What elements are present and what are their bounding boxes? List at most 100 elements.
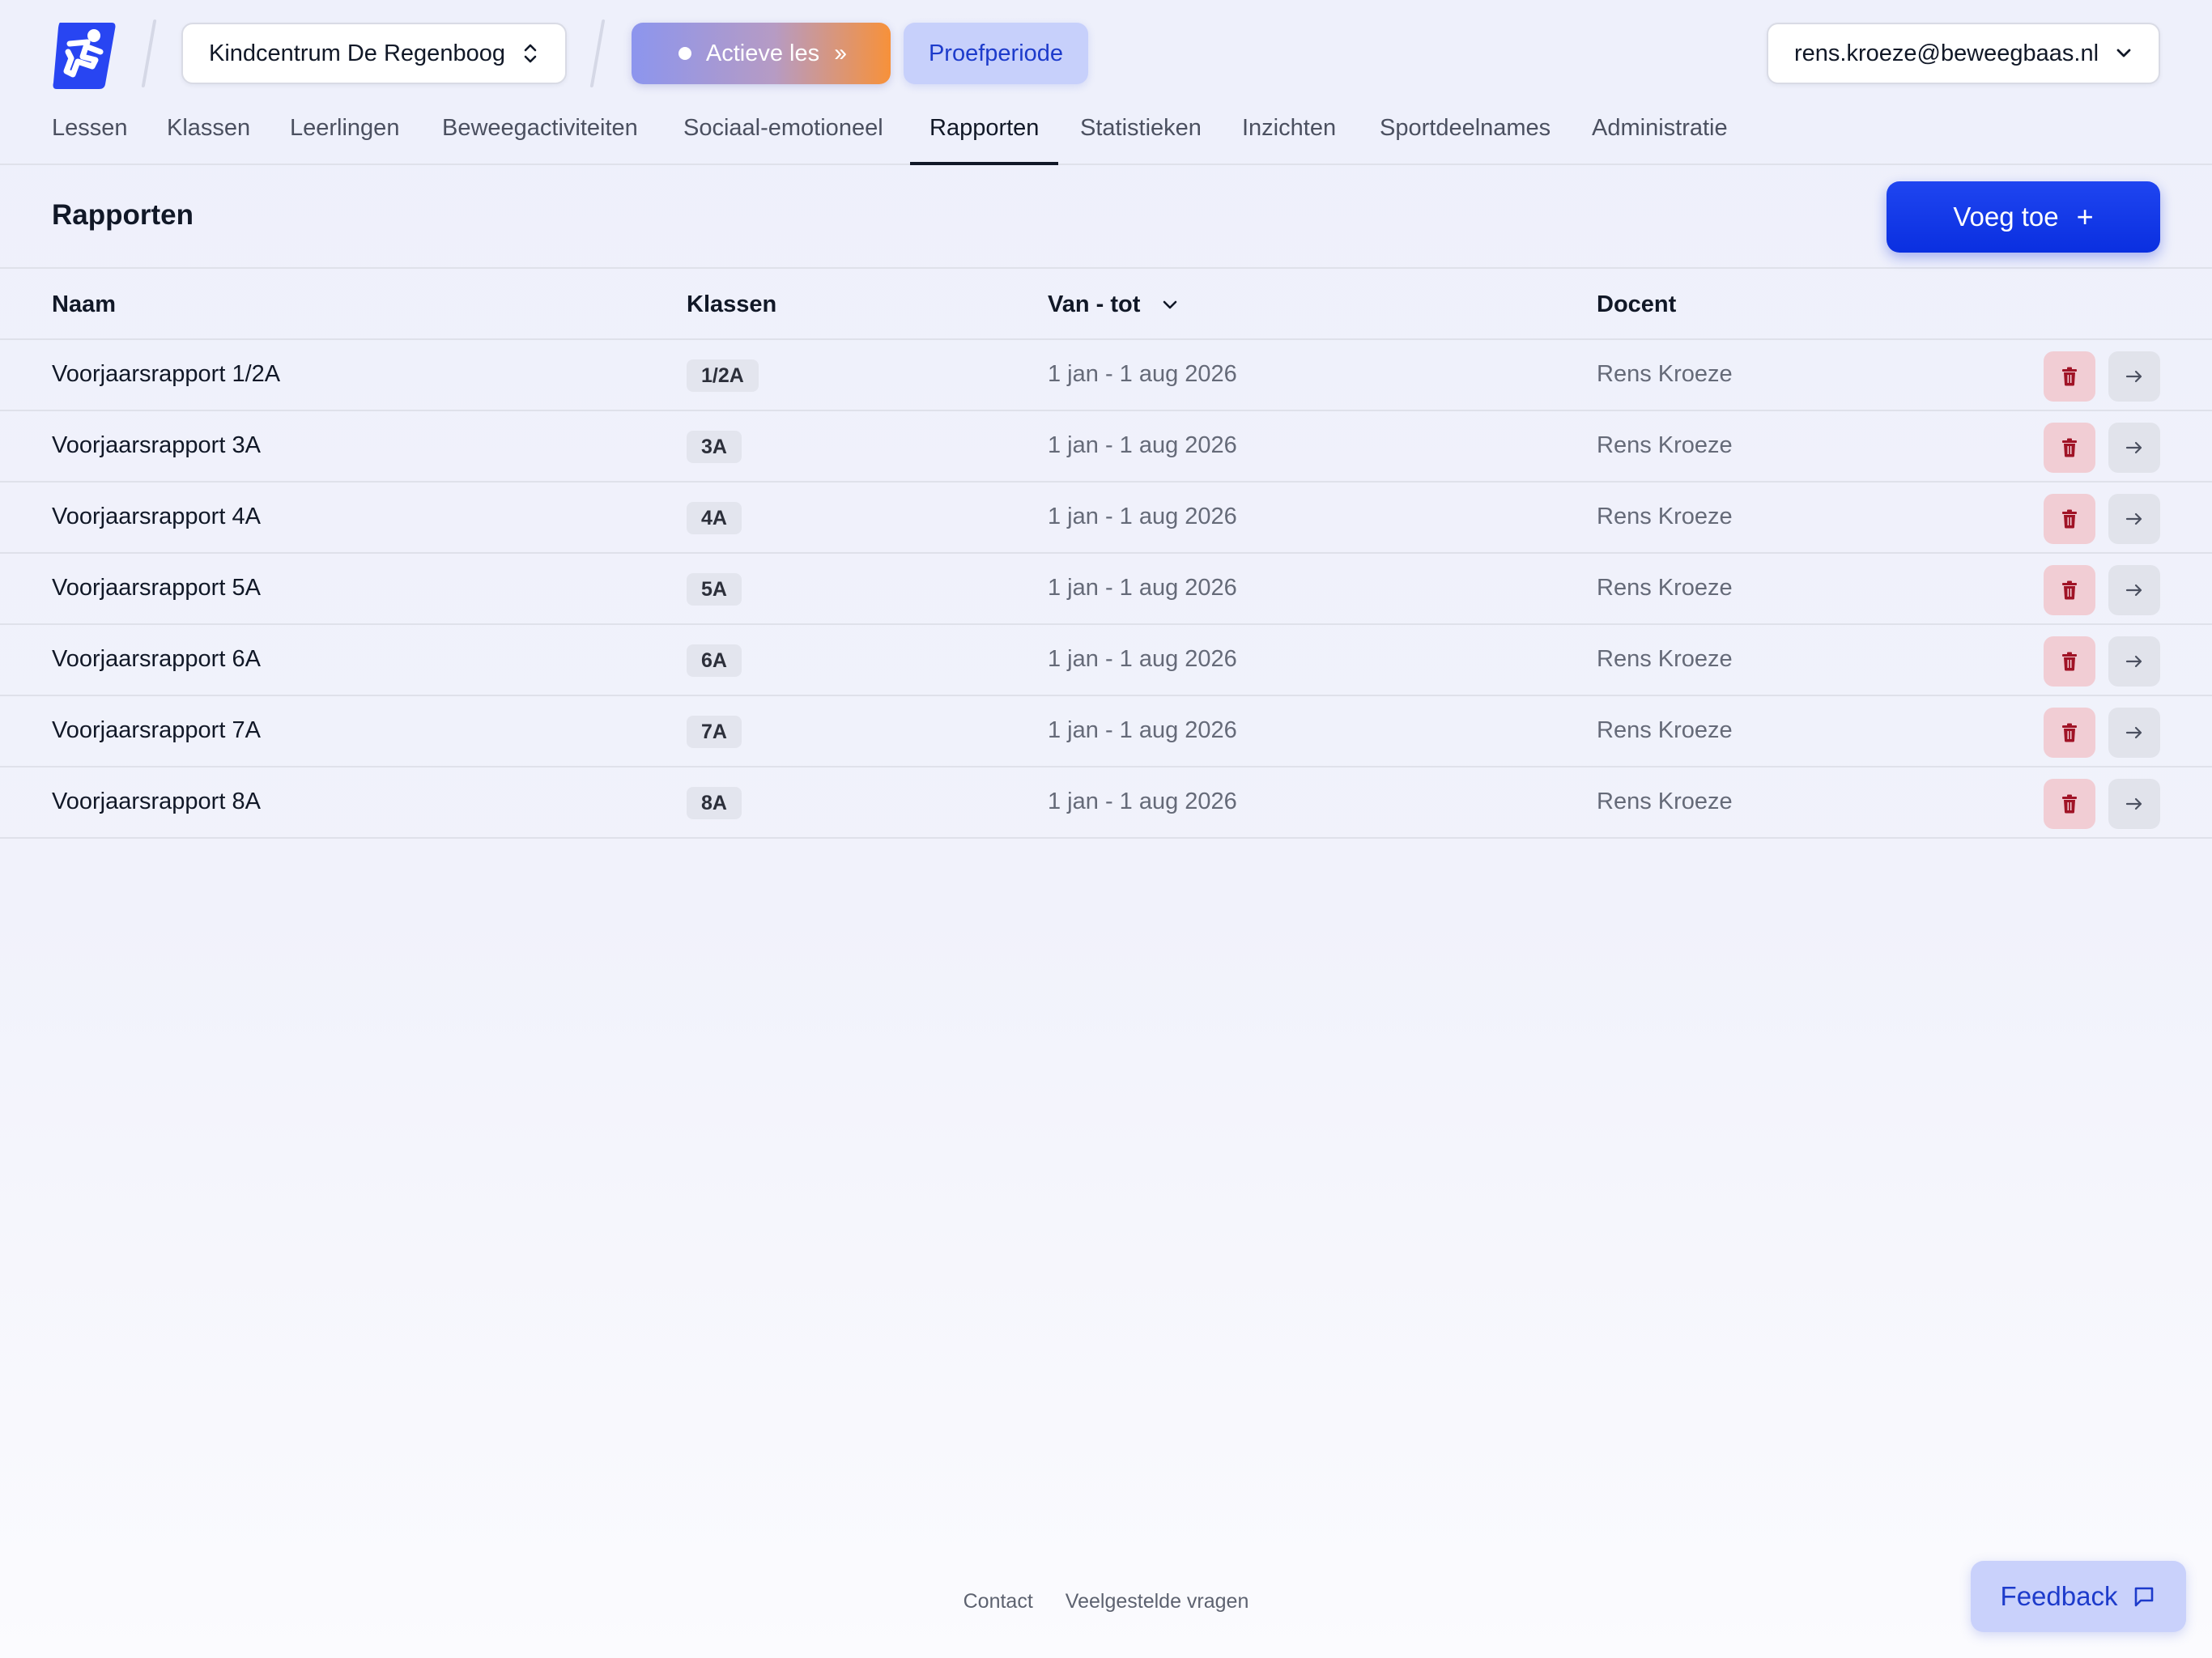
open-report-button[interactable] — [2108, 708, 2160, 758]
nav-item-statistieken[interactable]: Statistieken — [1061, 105, 1221, 165]
user-email: rens.kroeze@beweegbaas.nl — [1794, 40, 2099, 66]
trash-icon — [2062, 438, 2077, 457]
report-teacher: Rens Kroeze — [1597, 717, 1733, 743]
delete-button[interactable] — [2044, 494, 2095, 544]
add-report-label: Voeg toe — [1953, 202, 2059, 232]
chevron-updown-icon — [524, 44, 537, 63]
trial-period-label: Proefperiode — [928, 40, 1064, 66]
report-period: 1 jan - 1 aug 2026 — [1048, 504, 1237, 529]
trash-icon — [2062, 794, 2077, 814]
column-header-name: Naam — [52, 291, 116, 317]
feedback-button[interactable]: Feedback — [1971, 1561, 2186, 1632]
footer-faq-link[interactable]: Veelgestelde vragen — [1066, 1590, 1249, 1613]
nav-item-inzichten[interactable]: Inzichten — [1223, 105, 1355, 165]
table-row[interactable]: Voorjaarsrapport 4A 4A 1 jan - 1 aug 202… — [0, 483, 2212, 554]
table-row[interactable]: Voorjaarsrapport 5A 5A 1 jan - 1 aug 202… — [0, 554, 2212, 625]
chevrons-right-icon: ›› — [834, 40, 847, 66]
chevron-down-icon — [2116, 49, 2131, 57]
class-badge: 3A — [687, 431, 742, 463]
arrow-right-icon — [2125, 512, 2142, 525]
nav-item-beweegactiviteiten[interactable]: Beweegactiviteiten — [423, 105, 657, 165]
top-bar: Kindcentrum De Regenboog Actieve les ›› … — [0, 0, 2212, 105]
nav-item-sociaal-emotioneel[interactable]: Sociaal-emotioneel — [664, 105, 903, 165]
arrow-right-icon — [2125, 655, 2142, 668]
user-menu[interactable]: rens.kroeze@beweegbaas.nl — [1767, 23, 2160, 84]
open-report-button[interactable] — [2108, 351, 2160, 402]
delete-button[interactable] — [2044, 636, 2095, 687]
open-report-button[interactable] — [2108, 565, 2160, 615]
delete-button[interactable] — [2044, 708, 2095, 758]
delete-button[interactable] — [2044, 351, 2095, 402]
table-row[interactable]: Voorjaarsrapport 3A 3A 1 jan - 1 aug 202… — [0, 411, 2212, 483]
main-nav: Lessen Klassen Leerlingen Beweegactivite… — [0, 105, 2212, 165]
open-report-button[interactable] — [2108, 636, 2160, 687]
page-header: Rapporten Voeg toe + — [0, 165, 2212, 269]
active-lesson-button[interactable]: Actieve les ›› — [632, 23, 891, 84]
arrow-right-icon — [2125, 441, 2142, 454]
chevron-down-icon — [1163, 300, 1177, 308]
arrow-right-icon — [2125, 370, 2142, 383]
column-header-period[interactable]: Van - tot — [1048, 291, 1179, 318]
table-row[interactable]: Voorjaarsrapport 7A 7A 1 jan - 1 aug 202… — [0, 696, 2212, 767]
message-square-icon — [2135, 1587, 2154, 1607]
report-name: Voorjaarsrapport 4A — [52, 504, 261, 529]
footer-contact-link[interactable]: Contact — [963, 1590, 1033, 1613]
trash-icon — [2062, 580, 2077, 600]
column-header-classes: Klassen — [687, 291, 777, 317]
delete-button[interactable] — [2044, 565, 2095, 615]
table-row[interactable]: Voorjaarsrapport 1/2A 1/2A 1 jan - 1 aug… — [0, 340, 2212, 411]
delete-button[interactable] — [2044, 779, 2095, 829]
arrow-right-icon — [2125, 726, 2142, 739]
open-report-button[interactable] — [2108, 494, 2160, 544]
open-report-button[interactable] — [2108, 779, 2160, 829]
class-badge: 4A — [687, 502, 742, 534]
nav-item-rapporten[interactable]: Rapporten — [910, 105, 1059, 165]
report-teacher: Rens Kroeze — [1597, 575, 1733, 601]
report-period: 1 jan - 1 aug 2026 — [1048, 646, 1237, 672]
report-name: Voorjaarsrapport 3A — [52, 432, 261, 458]
report-period: 1 jan - 1 aug 2026 — [1048, 361, 1237, 387]
trash-icon — [2062, 367, 2077, 386]
report-period: 1 jan - 1 aug 2026 — [1048, 789, 1237, 814]
open-report-button[interactable] — [2108, 423, 2160, 473]
trash-icon — [2062, 723, 2077, 742]
class-badge: 8A — [687, 787, 742, 819]
arrow-right-icon — [2125, 584, 2142, 597]
header-divider — [589, 19, 606, 87]
runner-logo-icon[interactable] — [52, 19, 117, 89]
report-teacher: Rens Kroeze — [1597, 646, 1733, 672]
header-divider — [141, 19, 157, 87]
report-name: Voorjaarsrapport 6A — [52, 646, 261, 672]
report-teacher: Rens Kroeze — [1597, 789, 1733, 814]
organization-label: Kindcentrum De Regenboog — [209, 40, 505, 66]
plus-icon: + — [2076, 200, 2094, 233]
report-teacher: Rens Kroeze — [1597, 504, 1733, 529]
nav-item-klassen[interactable]: Klassen — [147, 105, 270, 165]
page-title: Rapporten — [52, 199, 194, 231]
add-report-button[interactable]: Voeg toe + — [1887, 181, 2160, 253]
nav-item-lessen[interactable]: Lessen — [32, 105, 147, 165]
column-header-period-label: Van - tot — [1048, 291, 1141, 317]
class-badge: 5A — [687, 573, 742, 606]
report-name: Voorjaarsrapport 8A — [52, 789, 261, 814]
nav-item-leerlingen[interactable]: Leerlingen — [270, 105, 419, 165]
active-lesson-label: Actieve les — [705, 40, 820, 66]
report-period: 1 jan - 1 aug 2026 — [1048, 432, 1237, 458]
report-name: Voorjaarsrapport 1/2A — [52, 361, 281, 387]
table-header: Naam Klassen Van - tot Docent — [0, 269, 2212, 340]
organization-select[interactable]: Kindcentrum De Regenboog — [181, 23, 567, 84]
nav-item-administratie[interactable]: Administratie — [1572, 105, 1747, 165]
reports-table: Naam Klassen Van - tot Docent Voorjaarsr… — [0, 269, 2212, 839]
dot-icon — [678, 47, 691, 60]
nav-item-sportdeelnames[interactable]: Sportdeelnames — [1360, 105, 1570, 165]
table-row[interactable]: Voorjaarsrapport 6A 6A 1 jan - 1 aug 202… — [0, 625, 2212, 696]
trial-period-button[interactable]: Proefperiode — [904, 23, 1088, 84]
report-name: Voorjaarsrapport 7A — [52, 717, 261, 743]
table-row[interactable]: Voorjaarsrapport 8A 8A 1 jan - 1 aug 202… — [0, 767, 2212, 839]
delete-button[interactable] — [2044, 423, 2095, 473]
footer-links: Contact Veelgestelde vragen — [0, 1590, 2212, 1613]
trash-icon — [2062, 509, 2077, 529]
report-period: 1 jan - 1 aug 2026 — [1048, 717, 1237, 743]
report-teacher: Rens Kroeze — [1597, 432, 1733, 458]
report-name: Voorjaarsrapport 5A — [52, 575, 261, 601]
